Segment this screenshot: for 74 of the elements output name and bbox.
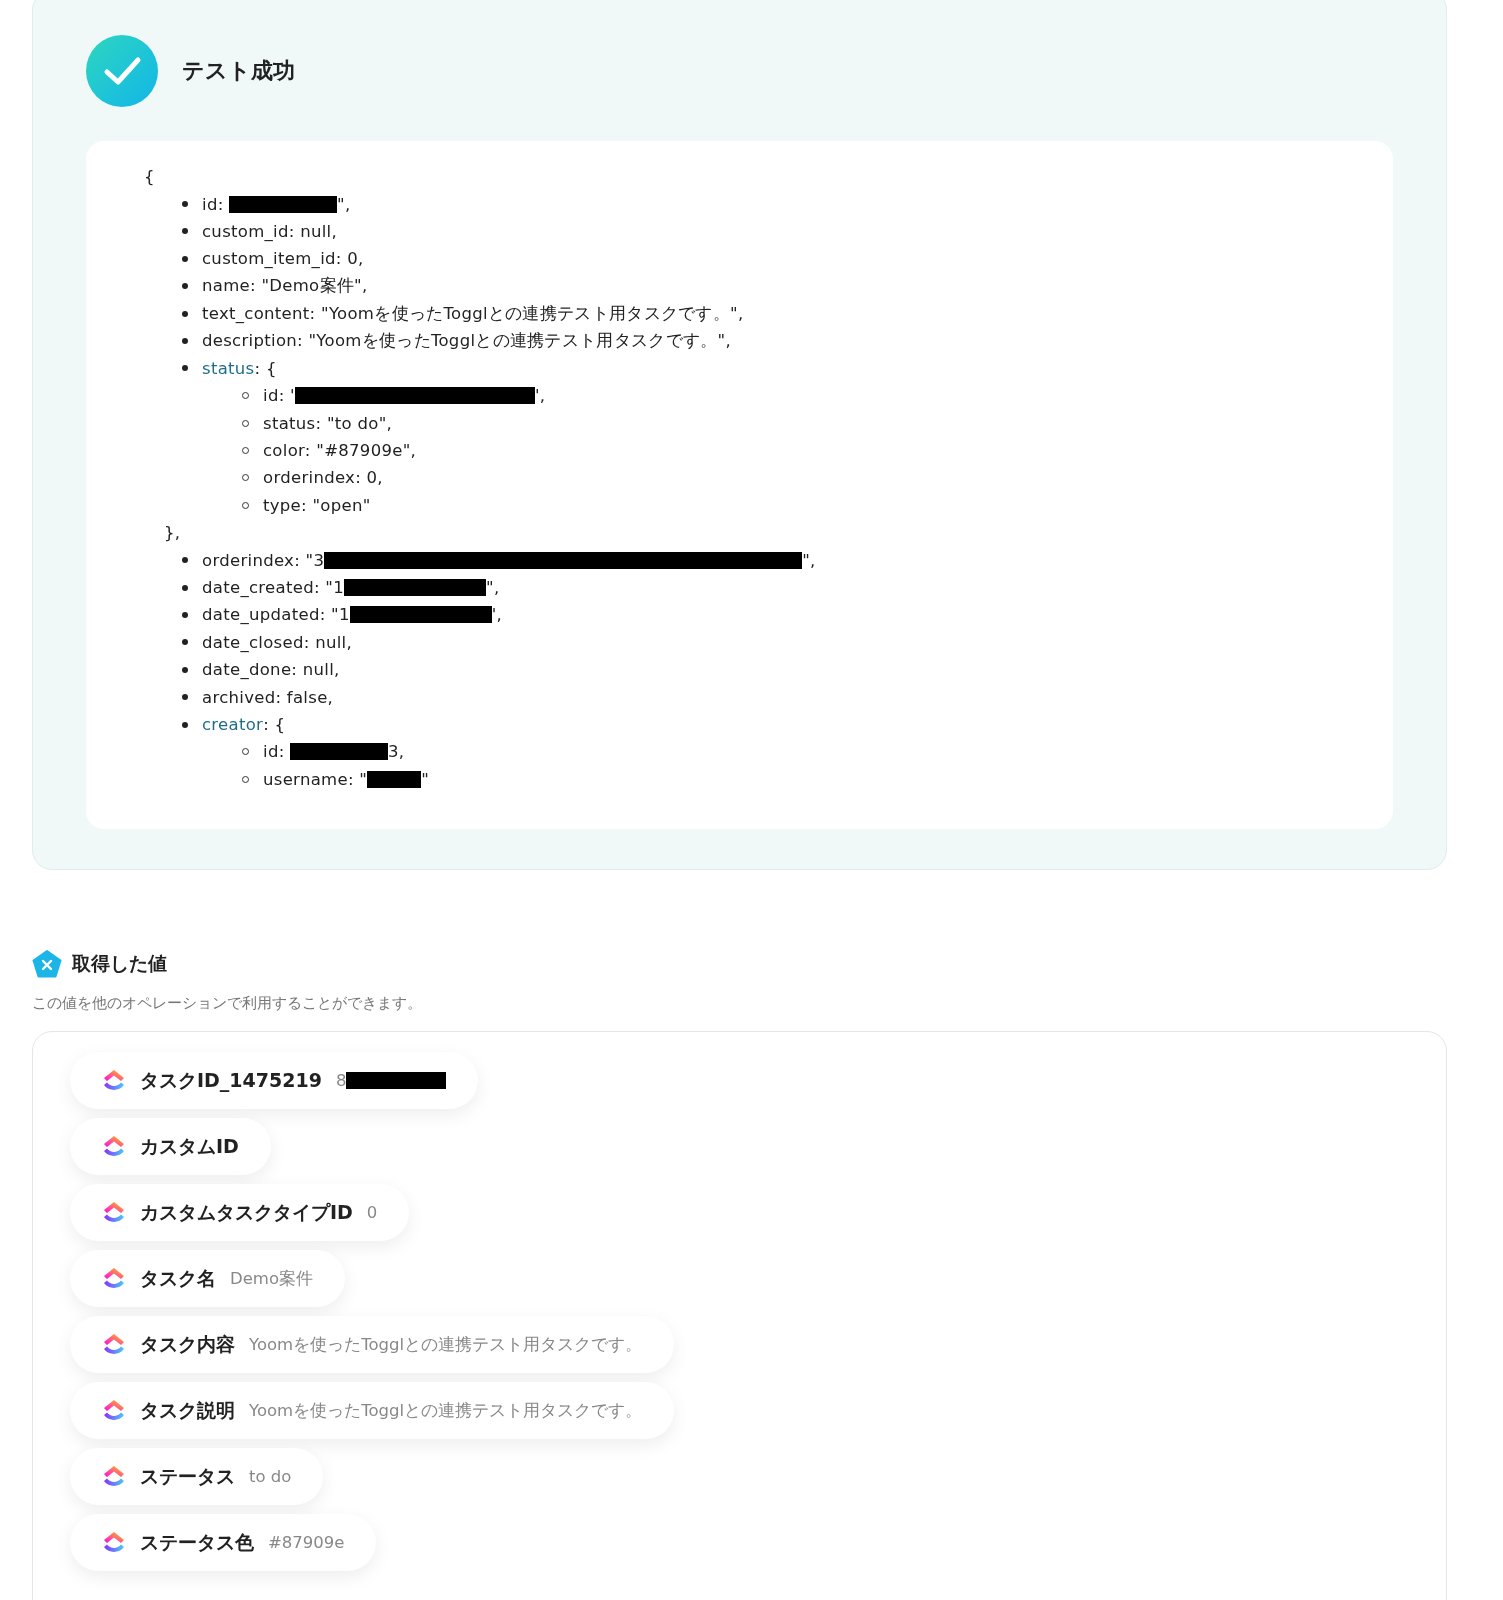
bullet-icon bbox=[182, 228, 188, 235]
code-text: " bbox=[421, 769, 430, 789]
value-chip[interactable]: ステータス to do bbox=[70, 1448, 324, 1505]
value-label: カスタムタスクタイプID bbox=[140, 1199, 353, 1225]
value-chip[interactable]: カスタムタスクタイプID 0 bbox=[70, 1184, 410, 1241]
code-text: archived: false, bbox=[202, 687, 334, 707]
value-label: ステータス bbox=[140, 1463, 235, 1489]
code-text: { bbox=[144, 167, 155, 187]
section-description: この値を他のオペレーションで利用することができます。 bbox=[32, 994, 423, 1013]
code-text: ", bbox=[337, 194, 351, 214]
bullet-icon bbox=[182, 694, 188, 701]
value-chip[interactable]: ステータス色 #87909e bbox=[70, 1514, 377, 1571]
code-text: status: "to do", bbox=[263, 413, 393, 433]
code-text: }, bbox=[164, 523, 181, 543]
code-text: : { bbox=[254, 358, 277, 378]
value-text: #87909e bbox=[268, 1533, 345, 1552]
code-text: : { bbox=[263, 715, 286, 734]
bullet-icon bbox=[182, 338, 188, 345]
bullet-icon bbox=[182, 584, 188, 591]
value-text: Yoomを使ったTogglとの連携テスト用タスクです。 bbox=[249, 1333, 643, 1356]
code-text: orderindex: 0, bbox=[263, 468, 383, 488]
section-title: 取得した値 bbox=[72, 951, 167, 976]
value-chip[interactable]: タスク説明 Yoomを使ったTogglとの連携テスト用タスクです。 bbox=[70, 1382, 675, 1439]
code-text: description: "Yoomを使ったTogglとの連携テスト用タスクです。", bbox=[202, 330, 731, 353]
code-text: date_updated: "1 bbox=[202, 605, 350, 625]
code-text: color: "#87909e", bbox=[263, 441, 417, 461]
value-label: タスク名 bbox=[140, 1265, 216, 1291]
code-text: ', bbox=[534, 386, 546, 406]
value-chip[interactable]: タスク名 Demo案件 bbox=[70, 1250, 346, 1307]
value-text: 0 bbox=[366, 1203, 378, 1222]
variable-icon bbox=[32, 950, 62, 978]
check-icon bbox=[86, 35, 158, 107]
code-text: name: "Demo案件", bbox=[202, 275, 368, 298]
code-text: date_created: "1 bbox=[202, 578, 344, 598]
bullet-icon bbox=[182, 557, 188, 564]
value-text: to do bbox=[249, 1467, 292, 1486]
code-text: text_content: "Yoomを使ったTogglとの連携テスト用タスクです。", bbox=[202, 302, 744, 325]
bullet-icon bbox=[182, 639, 188, 646]
code-text: id: bbox=[202, 194, 225, 214]
value-label: ステータス色 bbox=[140, 1529, 254, 1555]
result-title: テスト成功 bbox=[182, 57, 295, 85]
bullet-icon bbox=[182, 283, 188, 290]
code-text: custom_id: null, bbox=[202, 221, 337, 241]
code-text: type: "open" bbox=[263, 495, 371, 515]
bullet-icon bbox=[182, 611, 188, 618]
code-key: creator bbox=[202, 715, 264, 734]
code-text: ', bbox=[491, 605, 503, 625]
value-label: タスク説明 bbox=[140, 1397, 235, 1423]
value-chip[interactable]: カスタムID bbox=[70, 1118, 271, 1175]
bullet-icon bbox=[182, 255, 188, 262]
bullet-icon bbox=[182, 201, 188, 208]
code-key: status bbox=[202, 358, 255, 378]
code-text: username: " bbox=[263, 769, 368, 789]
value-label: タスクID_1475219 bbox=[140, 1067, 322, 1094]
code-text: orderindex: "3 bbox=[202, 550, 325, 570]
value-label: カスタムID bbox=[140, 1133, 239, 1159]
value-chip[interactable]: タスクID_1475219 8 bbox=[70, 1052, 479, 1109]
value-text: 8 bbox=[335, 1071, 347, 1090]
bullet-icon bbox=[182, 666, 188, 673]
bullet-icon bbox=[182, 310, 188, 317]
code-text: date_closed: null, bbox=[202, 632, 352, 652]
bullet-icon bbox=[182, 365, 188, 372]
value-label: タスク内容 bbox=[140, 1331, 235, 1357]
code-text: custom_item_id: 0, bbox=[202, 249, 364, 269]
value-text: Yoomを使ったTogglとの連携テスト用タスクです。 bbox=[249, 1399, 643, 1422]
code-text: ", bbox=[802, 550, 816, 570]
code-text: id: bbox=[263, 742, 286, 762]
code-text: date_done: null, bbox=[202, 660, 340, 680]
bullet-icon bbox=[182, 721, 188, 728]
value-chip[interactable]: タスク内容 Yoomを使ったTogglとの連携テスト用タスクです。 bbox=[70, 1316, 675, 1373]
code-text: id: ' bbox=[263, 386, 295, 406]
code-text: 3, bbox=[388, 742, 405, 762]
code-text: ", bbox=[486, 578, 500, 598]
value-text: Demo案件 bbox=[230, 1267, 314, 1290]
